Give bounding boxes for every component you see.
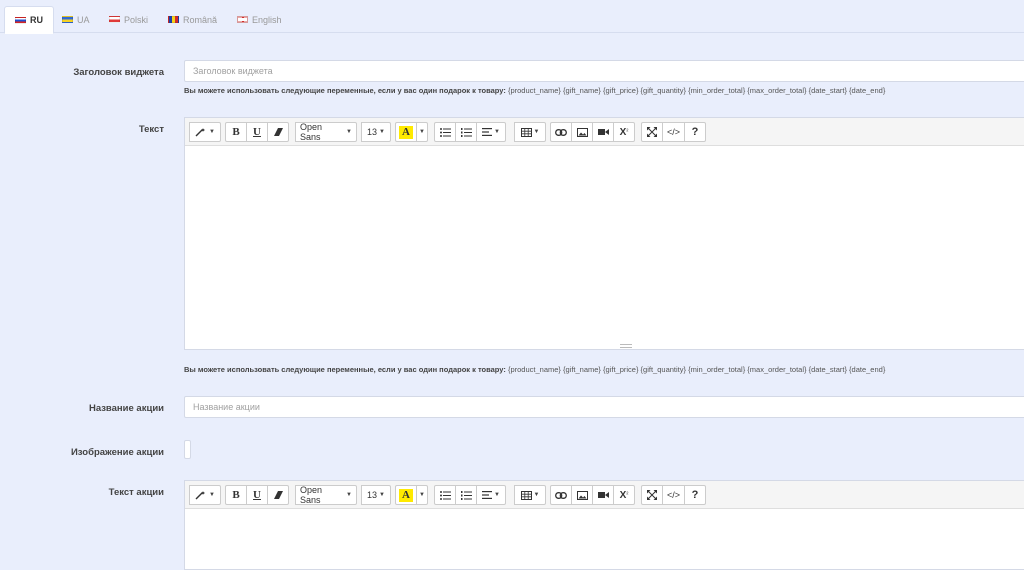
color-dropdown-caret[interactable]: ▼ [416, 122, 428, 142]
text-label: Текст [138, 124, 164, 135]
tab-ua[interactable]: UA [52, 6, 100, 33]
promo-name-input[interactable] [184, 396, 1024, 418]
link-icon[interactable] [550, 485, 572, 505]
resize-handle[interactable] [620, 344, 632, 348]
language-tabs: RU UA Polski Română English [0, 0, 1024, 34]
video-icon[interactable] [592, 122, 614, 142]
font-size-value: 13 [367, 490, 378, 500]
link-icon[interactable] [550, 122, 572, 142]
magic-wand-icon[interactable]: ▼ [189, 122, 221, 142]
superscript-icon[interactable]: X² [613, 485, 635, 505]
numbered-list-icon[interactable] [455, 122, 477, 142]
highlight-color-icon[interactable]: A [395, 122, 417, 142]
font-family-dropdown[interactable]: Open Sans ▼ [295, 122, 357, 142]
hint-variables: {product_name} {gift_name} {gift_price} … [507, 365, 886, 374]
font-size-dropdown[interactable]: 13 ▼ [361, 485, 391, 505]
variables-hint: Вы можете использовать следующие перемен… [184, 365, 885, 374]
help-icon[interactable]: ? [684, 485, 707, 505]
widget-title-label: Заголовок виджета [73, 67, 164, 78]
widget-title-input[interactable] [184, 60, 1024, 82]
table-icon[interactable]: ▼ [514, 122, 546, 142]
font-family-value: Open Sans [300, 485, 323, 505]
code-view-icon[interactable]: </> [662, 122, 686, 142]
color-dropdown-caret[interactable]: ▼ [416, 485, 428, 505]
promo-text-label: Текст акции [108, 487, 164, 498]
text-edit-area[interactable] [185, 146, 1024, 349]
ukraine-flag-icon [62, 16, 73, 23]
align-icon[interactable]: ▼ [476, 485, 506, 505]
fullscreen-icon[interactable] [641, 485, 663, 505]
superscript-icon[interactable]: X² [613, 122, 635, 142]
romania-flag-icon [168, 16, 179, 23]
poland-flag-icon [109, 16, 120, 23]
promo-image-label: Изображение акции [70, 447, 164, 458]
font-family-value: Open Sans [300, 122, 323, 142]
tab-label: Polski [124, 14, 149, 25]
promo-name-label: Название акции [88, 403, 164, 414]
picture-icon[interactable] [571, 485, 593, 505]
magic-wand-icon[interactable]: ▼ [189, 485, 221, 505]
editor-toolbar: ▼ B U Open Sans ▼ 13 ▼ A ▼ ▼ ▼ X ² </> ? [185, 118, 1024, 146]
tab-label: UA [77, 14, 90, 25]
help-icon[interactable]: ? [684, 122, 707, 142]
eraser-icon[interactable] [267, 122, 289, 142]
tab-polski[interactable]: Polski [99, 6, 158, 33]
tab-label: Română [183, 14, 218, 25]
editor-toolbar: ▼ B U Open Sans ▼ 13 ▼ A ▼ ▼ ▼ X ² </> ? [185, 481, 1024, 509]
align-icon[interactable]: ▼ [476, 122, 506, 142]
england-flag-icon [237, 16, 248, 23]
variables-hint: Вы можете использовать следующие перемен… [184, 86, 885, 95]
tab-label: English [252, 14, 282, 25]
bold-icon[interactable]: B [225, 122, 247, 142]
text-editor: ▼ B U Open Sans ▼ 13 ▼ A ▼ ▼ ▼ X ² </> ? [184, 117, 1024, 350]
tab-ru[interactable]: RU [4, 6, 54, 34]
numbered-list-icon[interactable] [455, 485, 477, 505]
highlight-color-icon[interactable]: A [395, 485, 417, 505]
promo-text-edit-area[interactable] [185, 509, 1024, 569]
picture-icon[interactable] [571, 122, 593, 142]
hint-variables: {product_name} {gift_name} {gift_price} … [507, 86, 886, 95]
code-view-icon[interactable]: </> [662, 485, 686, 505]
tab-romana[interactable]: Română [158, 6, 227, 33]
eraser-icon[interactable] [267, 485, 289, 505]
underline-icon[interactable]: U [246, 485, 268, 505]
bold-icon[interactable]: B [225, 485, 247, 505]
video-icon[interactable] [592, 485, 614, 505]
russia-flag-icon [15, 16, 26, 24]
tab-english[interactable]: English [227, 6, 292, 33]
fullscreen-icon[interactable] [641, 122, 663, 142]
hint-lead: Вы можете использовать следующие перемен… [184, 86, 506, 95]
font-family-dropdown[interactable]: Open Sans ▼ [295, 485, 357, 505]
font-size-value: 13 [367, 127, 378, 137]
hint-lead: Вы можете использовать следующие перемен… [184, 365, 506, 374]
tab-label: RU [30, 15, 43, 25]
promo-image-picker[interactable] [184, 440, 191, 459]
bullet-list-icon[interactable] [434, 122, 456, 142]
bullet-list-icon[interactable] [434, 485, 456, 505]
table-icon[interactable]: ▼ [514, 485, 546, 505]
font-size-dropdown[interactable]: 13 ▼ [361, 122, 391, 142]
underline-icon[interactable]: U [246, 122, 268, 142]
